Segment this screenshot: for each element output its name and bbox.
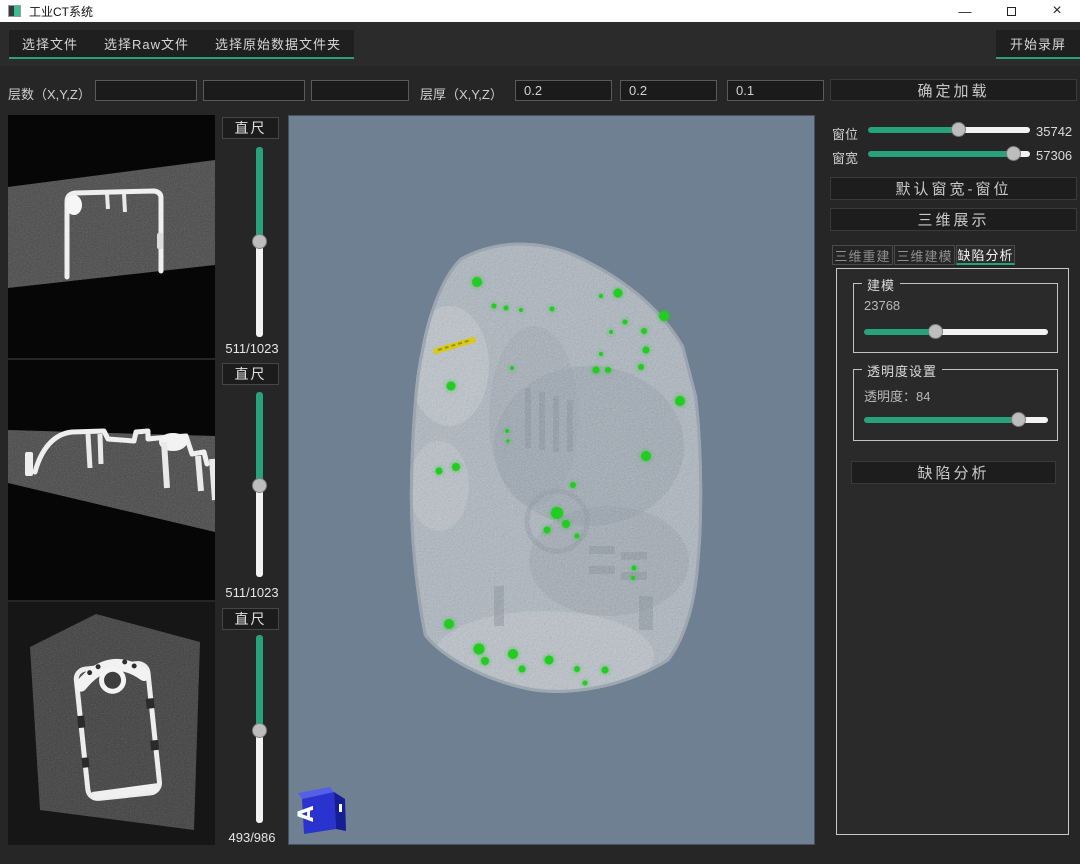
show-3d-button[interactable]: 三维展示 — [830, 208, 1077, 231]
tab-3d-modeling[interactable]: 三维建模 — [894, 245, 955, 265]
window-width-slider[interactable] — [868, 146, 1030, 161]
ruler-label-1: 直尺 — [222, 117, 279, 139]
window-level-value: 35742 — [1036, 124, 1072, 139]
ct-slice-view-2[interactable] — [8, 360, 215, 600]
tab-defect-analysis[interactable]: 缺陷分析 — [956, 245, 1015, 265]
ruler-label-2: 直尺 — [222, 363, 279, 385]
slider-thumb[interactable] — [252, 723, 267, 738]
ruler-label-3: 直尺 — [222, 608, 279, 630]
window-level-label: 窗位 — [832, 124, 858, 143]
modeling-group-label: 建模 — [862, 275, 900, 294]
tab-3d-reconstruction[interactable]: 三维重建 — [832, 245, 893, 265]
app-window: 工业CT系统 — × 选择文件 选择Raw文件 选择原始数据文件夹 开始录屏 层… — [0, 0, 1080, 864]
title-bar: 工业CT系统 — × — [0, 0, 1080, 22]
layers-y-input[interactable] — [203, 80, 305, 101]
slider-track[interactable] — [864, 329, 1048, 335]
3d-viewport[interactable]: A — [288, 115, 815, 845]
orientation-letter: A — [294, 805, 318, 822]
thickness-y-input[interactable] — [620, 80, 717, 101]
slider-thumb[interactable] — [1006, 146, 1021, 161]
close-icon: × — [1052, 2, 1061, 20]
thickness-x-input[interactable] — [515, 80, 612, 101]
defect-analysis-button[interactable]: 缺陷分析 — [851, 461, 1056, 484]
ct-slice-view-3[interactable] — [8, 602, 215, 845]
thickness-label: 层厚（X,Y,Z） — [420, 84, 503, 103]
slider-thumb[interactable] — [951, 122, 966, 137]
select-raw-data-folder-button[interactable]: 选择原始数据文件夹 — [202, 30, 354, 57]
ct-slice-view-1[interactable] — [8, 115, 215, 358]
modeling-group: 建模 23768 — [853, 283, 1058, 353]
minimize-icon: — — [959, 4, 972, 19]
slice-position-2: 511/1023 — [216, 585, 288, 600]
file-button-group: 选择文件 选择Raw文件 选择原始数据文件夹 — [9, 30, 354, 59]
slice-slider-3[interactable] — [252, 635, 268, 823]
layers-label: 层数（X,Y,Z） — [8, 84, 91, 103]
slice-slider-2[interactable] — [252, 392, 268, 577]
window-controls: — × — [942, 0, 1080, 22]
start-recording-button[interactable]: 开始录屏 — [996, 30, 1080, 59]
modeling-slider[interactable] — [864, 324, 1048, 339]
layers-z-input[interactable] — [311, 80, 409, 101]
window-width-label: 窗宽 — [832, 148, 858, 167]
slice-slider-1[interactable] — [252, 147, 268, 337]
confirm-load-button[interactable]: 确定加载 — [830, 79, 1077, 101]
window-level-slider[interactable] — [868, 122, 1030, 137]
3d-render: A — [289, 116, 814, 844]
close-button[interactable]: × — [1034, 0, 1080, 22]
toolbar: 选择文件 选择Raw文件 选择原始数据文件夹 开始录屏 — [0, 22, 1080, 66]
slider-thumb[interactable] — [252, 234, 267, 249]
maximize-icon — [1007, 7, 1016, 16]
transparency-group-label: 透明度设置 — [862, 361, 942, 380]
transparency-value: 透明度：84 — [864, 386, 930, 405]
defect-analysis-panel: 建模 23768 透明度设置 透明度：84 缺陷分析 — [836, 268, 1069, 835]
minimize-button[interactable]: — — [942, 0, 988, 22]
transparency-slider[interactable] — [864, 412, 1048, 427]
maximize-button[interactable] — [988, 0, 1034, 22]
slice-position-3: 493/986 — [216, 830, 288, 845]
slider-thumb[interactable] — [928, 324, 943, 339]
app-icon — [8, 5, 21, 17]
thickness-z-input[interactable] — [727, 80, 824, 101]
select-file-button[interactable]: 选择文件 — [9, 30, 91, 57]
slider-track[interactable] — [868, 127, 1030, 133]
window-width-value: 57306 — [1036, 148, 1072, 163]
layers-x-input[interactable] — [95, 80, 197, 101]
modeling-value: 23768 — [864, 298, 900, 313]
select-raw-file-button[interactable]: 选择Raw文件 — [91, 30, 202, 57]
default-window-button[interactable]: 默认窗宽-窗位 — [830, 177, 1077, 200]
slice-position-1: 511/1023 — [216, 341, 288, 356]
slider-thumb[interactable] — [1011, 412, 1026, 427]
slider-thumb[interactable] — [252, 478, 267, 493]
transparency-group: 透明度设置 透明度：84 — [853, 369, 1058, 441]
window-title: 工业CT系统 — [29, 3, 93, 20]
